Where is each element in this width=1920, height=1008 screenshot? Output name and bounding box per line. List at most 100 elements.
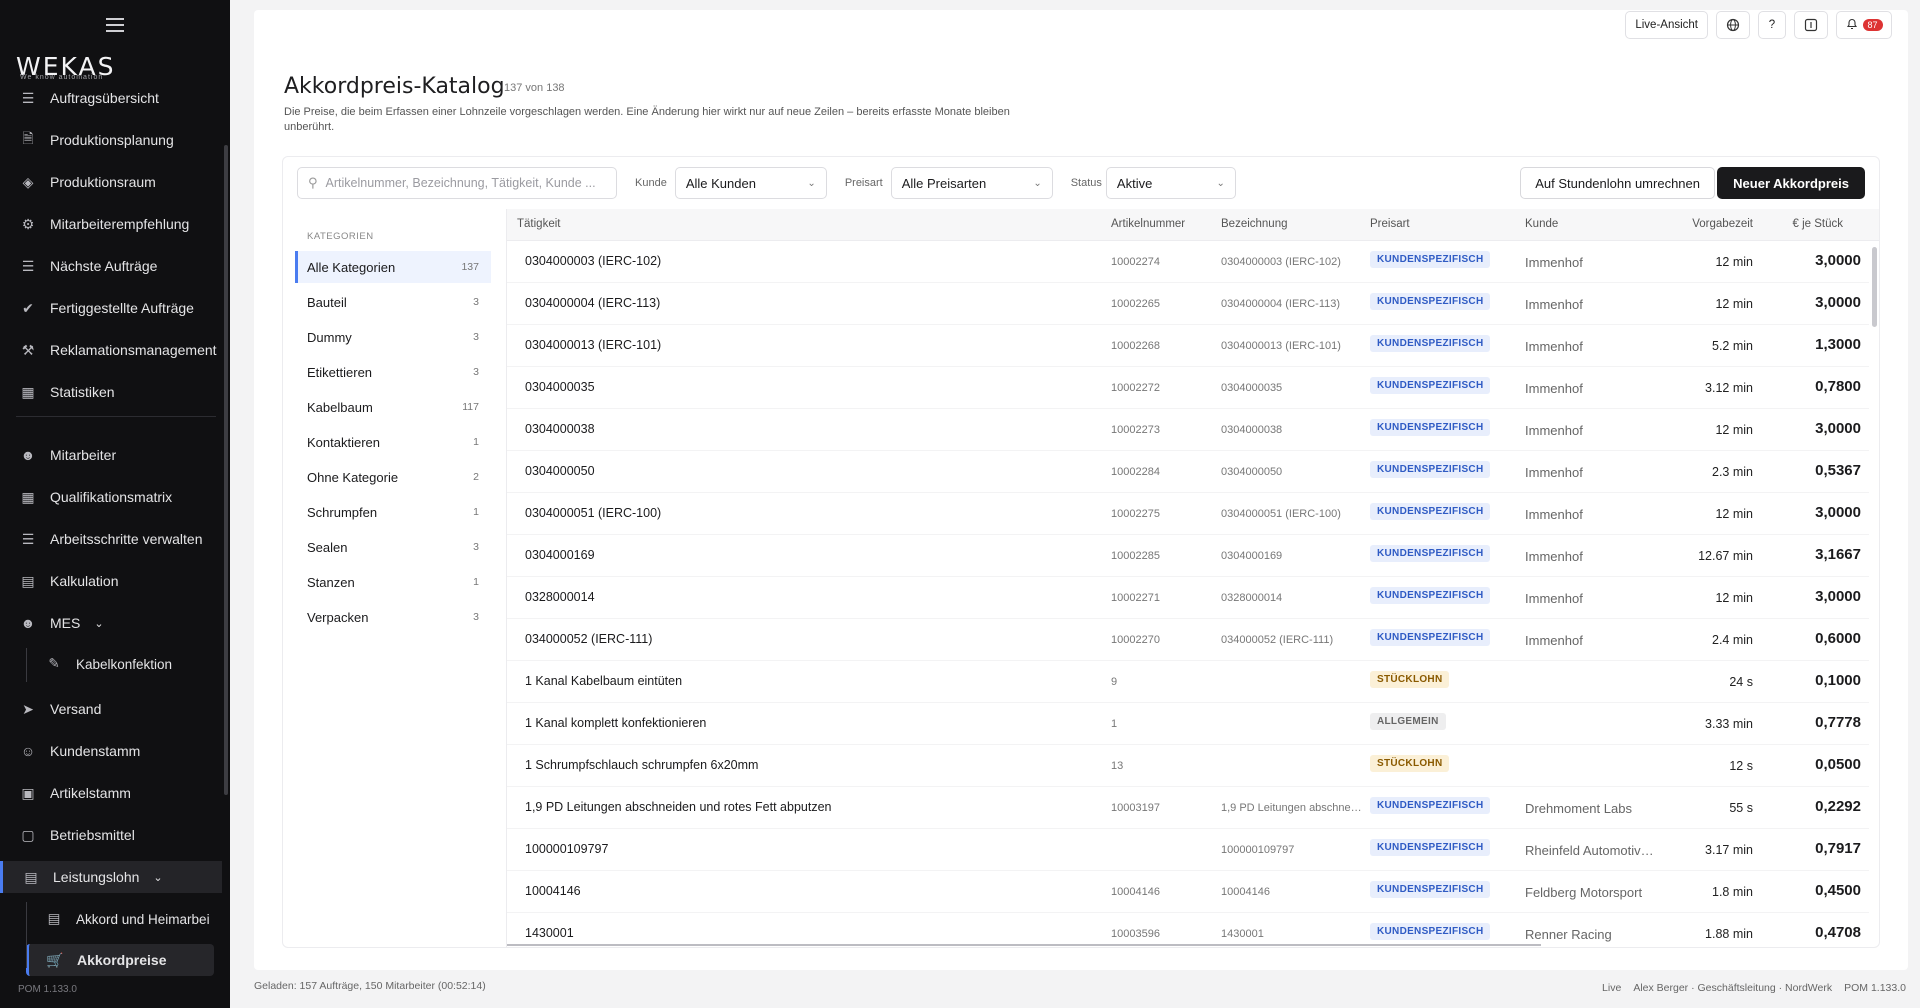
sidebar-item-akkord-und-heimarbei[interactable]: ▤ Akkord und Heimarbei	[0, 903, 230, 935]
sidebar-item-arbeitsschritte-verwalten[interactable]: ☰ Arbeitsschritte verwalten	[0, 523, 230, 555]
convert-hourly-button[interactable]: Auf Stundenlohn umrechnen	[1520, 167, 1715, 199]
col-article[interactable]: Artikelnummer	[1111, 218, 1185, 230]
sidebar-item-mitarbeiter[interactable]: ☻ Mitarbeiter	[0, 439, 230, 471]
sidebar-item-qualifikationsmatrix[interactable]: ▦ Qualifikationsmatrix	[0, 481, 230, 513]
new-piece-rate-button[interactable]: Neuer Akkordpreis	[1717, 167, 1865, 199]
cell-name: 0304000003 (IERC-102)	[1221, 256, 1341, 268]
table-row[interactable]: 1430001 10003596 1430001 KUNDENSPEZIFISCH Re…	[507, 913, 1869, 947]
sidebar-item-betriebsmittel[interactable]: ▢ Betriebsmittel	[0, 819, 230, 851]
sidebar-item-kundenstamm[interactable]: ☺ Kundenstamm	[0, 735, 230, 767]
kunde-label: Kunde	[635, 177, 667, 189]
kunde-select[interactable]: Alle Kunden ⌄	[674, 167, 827, 199]
table-row[interactable]: 0304000035 10002272 0304000035 KUNDENSPEZIF…	[507, 367, 1869, 409]
table-row[interactable]: 10004146 10004146 10004146 KUNDENSPEZIFISCH…	[507, 871, 1869, 913]
category-label: Kabelbaum	[307, 399, 373, 415]
col-name[interactable]: Bezeichnung	[1221, 218, 1288, 230]
preisart-select[interactable]: Alle Preisarten ⌄	[890, 167, 1053, 199]
table-row[interactable]: 1 Kanal Kabelbaum eintüten 9 STÜCKLOHN 24 s…	[507, 661, 1869, 703]
cell-task: 1 Kanal komplett konfektionieren	[525, 716, 707, 730]
chart-box-icon: ▦	[21, 383, 35, 400]
help-button[interactable]: ?	[1758, 11, 1786, 39]
sidebar-item-label: Reklamationsmanagement	[50, 342, 217, 358]
table-row[interactable]: 0304000004 (IERC-113) 10002265 0304000004 …	[507, 283, 1869, 325]
bell-icon	[1846, 17, 1858, 33]
main-content: Live-Ansicht ? 87 Akkordpreis-Katalog 13…	[254, 10, 1908, 970]
cell-article: 10002285	[1111, 550, 1160, 562]
table-scrollbar[interactable]	[1872, 247, 1877, 327]
sidebar-item-statistiken[interactable]: ▦ Statistiken	[0, 376, 230, 408]
notifications-button[interactable]: 87	[1836, 11, 1892, 39]
sidebar-item-kalkulation[interactable]: ▤ Kalkulation	[0, 565, 230, 597]
cell-task: 0304000051 (IERC-100)	[525, 506, 662, 520]
sidebar-item-nächste-aufträge[interactable]: ☰ Nächste Aufträge	[0, 250, 230, 282]
table-row[interactable]: 0304000169 10002285 0304000169 KUNDENSPEZIF…	[507, 535, 1869, 577]
sidebar-item-artikelstamm[interactable]: ▣ Artikelstamm	[0, 777, 230, 809]
cell-price: 0,4500	[1815, 882, 1861, 899]
cell-customer: Immenhof	[1525, 549, 1583, 564]
sidebar-item-leistungslohn[interactable]: ▤ Leistungslohn ⌄	[0, 861, 222, 893]
sidebar-item-label: Kabelkonfektion	[76, 656, 173, 672]
sidebar-item-akkordpreise[interactable]: 🛒 Akkordpreise	[26, 944, 214, 976]
layers-icon: ◈	[22, 173, 34, 190]
cell-type: KUNDENSPEZIFISCH	[1370, 797, 1491, 814]
sidebar-item-label: Leistungslohn	[53, 869, 140, 885]
cell-time: 12 min	[1715, 423, 1753, 437]
sidebar-item-kabelkonfektion[interactable]: ✎ Kabelkonfektion	[0, 648, 230, 680]
table-row[interactable]: 100000109797 100000109797 KUNDENSPEZIFISCH…	[507, 829, 1869, 871]
table-row[interactable]: 1 Schrumpfschlauch schrumpfen 6x20mm 13 ST…	[507, 745, 1869, 787]
category-item[interactable]: Ohne Kategorie 2	[295, 461, 491, 493]
menu-icon[interactable]	[106, 18, 124, 32]
sidebar-item-produktionsplanung[interactable]: 🗎 Produktionsplanung	[0, 124, 230, 156]
cell-task: 1430001	[525, 926, 574, 940]
table-row[interactable]: 0304000051 (IERC-100) 10002275 0304000051 …	[507, 493, 1869, 535]
sidebar-item-auftragsübersicht[interactable]: ☰ Auftragsübersicht	[0, 82, 230, 114]
search-input[interactable]: ⚲ Artikelnummer, Bezeichnung, Tätigkeit, …	[297, 167, 617, 199]
cell-name: 0328000014	[1221, 592, 1283, 604]
sidebar-item-versand[interactable]: ➤ Versand	[0, 693, 230, 725]
category-item[interactable]: Kontaktieren 1	[295, 426, 491, 458]
category-item[interactable]: Alle Kategorien 137	[295, 251, 491, 283]
category-item[interactable]: Verpacken 3	[295, 601, 491, 633]
category-item[interactable]: Sealen 3	[295, 531, 491, 563]
table-row[interactable]: 034000052 (IERC-111) 10002270 034000052 (I…	[507, 619, 1869, 661]
col-price[interactable]: € je Stück	[1793, 218, 1844, 230]
sidebar-scrollbar[interactable]	[224, 145, 228, 795]
cell-price: 0,6000	[1815, 630, 1861, 647]
sidebar-item-produktionsraum[interactable]: ◈ Produktionsraum	[0, 166, 230, 198]
category-label: Sealen	[307, 539, 348, 555]
cell-customer: Immenhof	[1525, 297, 1583, 312]
cell-article: 10002274	[1111, 256, 1160, 268]
table-row[interactable]: 0328000014 10002271 0328000014 KUNDENSPEZIF…	[507, 577, 1869, 619]
table-row[interactable]: 0304000050 10002284 0304000050 KUNDENSPEZIF…	[507, 451, 1869, 493]
table-row[interactable]: 1 Kanal komplett konfektionieren 1 ALLGEME…	[507, 703, 1869, 745]
table-row[interactable]: 0304000013 (IERC-101) 10002268 0304000013 …	[507, 325, 1869, 367]
sidebar-item-label: Statistiken	[50, 384, 115, 400]
page-subtitle: Die Preise, die beim Erfassen einer Lohn…	[284, 106, 1010, 133]
table-row[interactable]: 0304000003 (IERC-102) 10002274 0304000003 …	[507, 241, 1869, 283]
table-row[interactable]: 0304000038 10002273 0304000038 KUNDENSPEZIF…	[507, 409, 1869, 451]
col-task[interactable]: Tätigkeit	[517, 218, 560, 230]
price-type-badge: STÜCKLOHN	[1370, 755, 1450, 772]
category-item[interactable]: Dummy 3	[295, 321, 491, 353]
live-view-button[interactable]: Live-Ansicht	[1625, 11, 1708, 39]
sidebar-item-mitarbeiterempfehlung[interactable]: ⚙ Mitarbeiterempfehlung	[0, 208, 230, 240]
sidebar-item-reklamationsmanagement[interactable]: ⚒ Reklamationsmanagement	[0, 334, 230, 366]
category-item[interactable]: Schrumpfen 1	[295, 496, 491, 528]
col-time[interactable]: Vorgabezeit	[1692, 218, 1753, 230]
globe-icon[interactable]	[1716, 11, 1750, 39]
sidebar-item-fertiggestellte-aufträge[interactable]: ✔ Fertiggestellte Aufträge	[0, 292, 230, 324]
status-select[interactable]: Aktive ⌄	[1105, 167, 1236, 199]
cell-time: 12 s	[1729, 759, 1753, 773]
cell-type: ALLGEMEIN	[1370, 713, 1446, 730]
category-item[interactable]: Stanzen 1	[295, 566, 491, 598]
col-type[interactable]: Preisart	[1370, 218, 1410, 230]
category-item[interactable]: Bauteil 3	[295, 286, 491, 318]
table-hscrollbar[interactable]	[507, 944, 1541, 946]
category-item[interactable]: Etikettieren 3	[295, 356, 491, 388]
category-item[interactable]: Kabelbaum 117	[295, 391, 491, 423]
col-customer[interactable]: Kunde	[1525, 218, 1558, 230]
table-row[interactable]: 1,9 PD Leitungen abschneiden und rotes F…	[507, 787, 1869, 829]
sidebar-item-mes[interactable]: ☻ MES ⌄	[0, 607, 230, 639]
price-type-badge: KUNDENSPEZIFISCH	[1370, 587, 1491, 604]
info-panel-icon[interactable]	[1794, 11, 1828, 39]
